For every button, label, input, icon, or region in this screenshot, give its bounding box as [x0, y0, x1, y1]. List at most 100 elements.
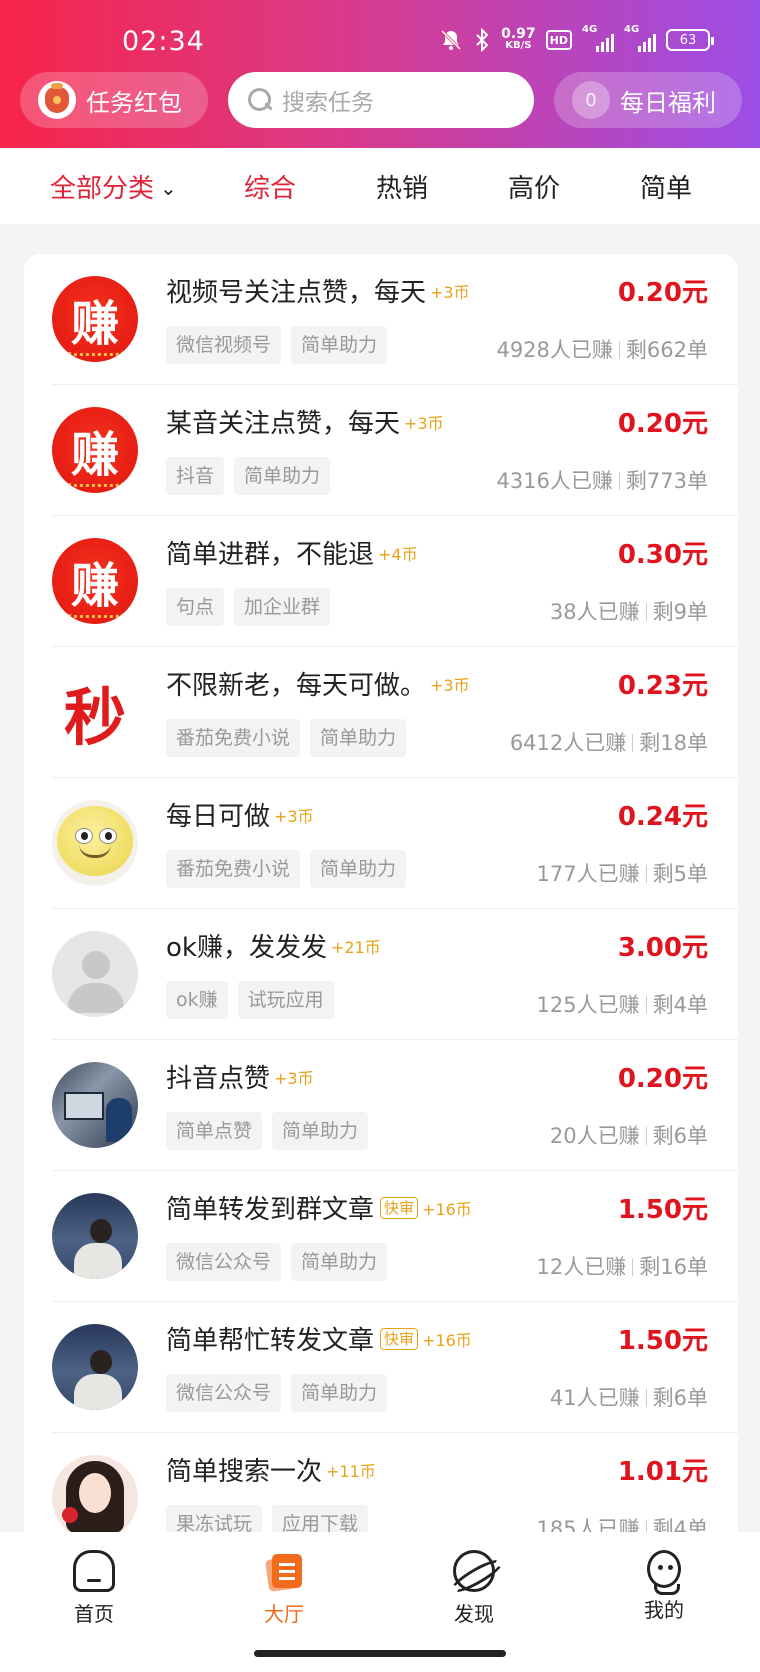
tab-high-price[interactable]: 高价	[508, 168, 560, 205]
task-item[interactable]: 每日可做 +3币 0.24元番茄免费小说 简单助力 177人已赚 剩5单	[24, 778, 738, 909]
stats-divider	[632, 734, 634, 752]
task-tags: 番茄免费小说 简单助力	[166, 719, 407, 757]
task-remaining-count: 剩773单	[625, 469, 708, 493]
net-speed-value: 0.97	[501, 26, 536, 42]
daily-welfare-label: 每日福利	[620, 88, 716, 117]
task-title-row: 简单转发到群文章 快审 +16币	[166, 1189, 472, 1226]
task-coins: +3币	[274, 1068, 314, 1088]
task-item[interactable]: 赚 视频号关注点赞，每天 +3币 0.20元 微信视频号 简单助力 4928人已赚 剩662单	[24, 254, 738, 385]
task-coins: +3币	[274, 806, 314, 826]
task-title: 简单转发到群文章	[166, 1195, 375, 1225]
task-tags: 抖音 简单助力	[166, 457, 331, 495]
task-item[interactable]: 赚 某音关注点赞，每天 +3币 0.20元 抖音 简单助力 4316人已赚 剩773单	[24, 385, 738, 516]
task-tag: 简单助力	[291, 326, 388, 364]
stats-divider	[645, 996, 647, 1014]
task-title: 简单帮忙转发文章	[166, 1326, 375, 1356]
task-title-row: 某音关注点赞，每天 +3币	[166, 403, 444, 440]
task-tag: 简单助力	[234, 457, 331, 495]
task-stats: 125人已赚 剩4单	[537, 989, 708, 1019]
net-speed-unit: KB/S	[505, 40, 532, 51]
tab-all-categories-label: 全部分类	[50, 174, 155, 204]
task-item[interactable]: 简单帮忙转发文章 快审 +16币 1.50元 微信公众号 简单助力 41人已赚 剩6单	[24, 1302, 738, 1433]
stats-divider	[645, 1389, 647, 1407]
nav-discover[interactable]: 发现	[424, 1550, 524, 1627]
search-input[interactable]: 搜索任务	[228, 72, 534, 128]
task-remaining-count: 剩6单	[652, 1386, 708, 1410]
task-coins: +11币	[326, 1461, 376, 1481]
task-price: 1.01元	[617, 1457, 708, 1487]
task-earned-count: 4928人已赚	[496, 338, 613, 362]
task-tag: ok赚	[166, 981, 228, 1019]
red-packet-label: 任务红包	[86, 88, 182, 117]
task-item[interactable]: 简单转发到群文章 快审 +16币 1.50元微信公众号 简单助力 12人已赚 剩16单	[24, 1171, 738, 1302]
task-remaining-count: 剩5单	[652, 862, 708, 886]
task-tags: 微信公众号 简单助力	[166, 1374, 388, 1412]
task-earned-count: 38人已赚	[549, 600, 640, 624]
task-tags: 微信视频号 简单助力	[166, 326, 388, 364]
task-tags: 微信公众号 简单助力	[166, 1243, 388, 1281]
task-coins: +16币	[422, 1199, 472, 1219]
task-title-row: 简单帮忙转发文章 快审 +16币	[166, 1320, 472, 1357]
mute-bell-icon	[439, 28, 463, 52]
task-title-row: 抖音点赞 +3币	[166, 1058, 314, 1095]
task-earned-count: 20人已赚	[549, 1124, 640, 1148]
nav-home-label: 首页	[74, 1602, 114, 1626]
stats-divider	[645, 603, 647, 621]
task-title: ok赚，发发发	[166, 933, 327, 963]
task-stats: 177人已赚 剩5单	[537, 858, 708, 888]
task-tags: 番茄免费小说 简单助力	[166, 850, 407, 888]
home-icon	[73, 1550, 115, 1592]
task-avatar-photo2	[52, 1324, 138, 1410]
task-stats: 20人已赚 剩6单	[550, 1120, 708, 1150]
nav-hall-label: 大厅	[264, 1602, 304, 1626]
stats-divider	[618, 341, 620, 359]
task-avatar-zhuan: 赚	[52, 276, 138, 362]
daily-welfare-button[interactable]: 0 每日福利	[554, 72, 742, 128]
task-stats: 6412人已赚 剩18单	[510, 727, 708, 757]
task-price: 1.50元	[617, 1326, 708, 1356]
task-title: 每日可做	[166, 802, 271, 832]
tab-simple[interactable]: 简单	[640, 168, 692, 205]
welfare-count-badge: 0	[572, 81, 610, 119]
task-item[interactable]: 赚 简单进群，不能退 +4币 0.30元 句点 加企业群 38人已赚 剩9单	[24, 516, 738, 647]
task-title: 简单进群，不能退	[166, 540, 375, 570]
nav-discover-label: 发现	[454, 1602, 494, 1626]
task-remaining-count: 剩9单	[652, 600, 708, 624]
tab-hot-sales[interactable]: 热销	[376, 168, 428, 205]
status-time: 02:34	[122, 26, 205, 57]
status-icons: 0.97 KB/S HD 4G 4G 63	[439, 24, 714, 52]
task-list: 赚视频号关注点赞，每天 +3币 0.20元 微信视频号 简单助力 4928人已赚 剩662单…	[24, 254, 738, 1554]
task-price: 1.50元	[617, 1195, 708, 1225]
task-tag: 简单助力	[291, 1243, 388, 1281]
task-title: 不限新老，每天可做。	[166, 671, 427, 701]
task-earned-count: 12人已赚	[536, 1255, 627, 1279]
tab-all-categories[interactable]: 全部分类 ⌄	[50, 168, 177, 205]
task-item[interactable]: ok赚，发发发 +21币 3.00元 ok赚 试玩应用 125人已赚 剩4单	[24, 909, 738, 1040]
task-tag: 简单助力	[291, 1374, 388, 1412]
tab-comprehensive[interactable]: 综合	[244, 168, 296, 205]
task-coins: +3币	[430, 675, 470, 695]
task-item[interactable]: 抖音点赞 +3币 0.20元 简单点赞 简单助力 20人已赚 剩6单	[24, 1040, 738, 1171]
task-red-packet-button[interactable]: 任务红包	[20, 72, 208, 128]
task-price: 3.00元	[617, 933, 708, 963]
task-price: 0.24元	[617, 802, 708, 832]
task-tag: 番茄免费小说	[166, 719, 301, 757]
nav-mine[interactable]: 我的	[614, 1550, 714, 1623]
signal-icon-2: 4G	[624, 24, 656, 52]
task-title-row: 视频号关注点赞，每天 +3币	[166, 272, 470, 309]
hd-icon: HD	[545, 30, 572, 50]
task-item[interactable]: 秒 不限新老，每天可做。 +3币 0.23元 番茄免费小说 简单助力 6412人已赚 剩18单	[24, 647, 738, 778]
task-tag: 简单助力	[310, 850, 407, 888]
hall-icon	[263, 1550, 305, 1592]
task-title-row: 简单进群，不能退 +4币	[166, 534, 418, 571]
task-tags: 简单点赞 简单助力	[166, 1112, 369, 1150]
task-remaining-count: 剩6单	[652, 1124, 708, 1148]
task-remaining-count: 剩16单	[639, 1255, 708, 1279]
avatar-glyph: 赚	[70, 558, 119, 614]
home-indicator[interactable]	[254, 1650, 506, 1657]
nav-hall[interactable]: 大厅	[234, 1550, 334, 1627]
nav-home[interactable]: 首页	[44, 1550, 144, 1627]
task-tags: 句点 加企业群	[166, 588, 331, 626]
task-avatar-photo1	[52, 1062, 138, 1148]
header-actions: 任务红包 搜索任务 0 每日福利	[0, 72, 760, 128]
